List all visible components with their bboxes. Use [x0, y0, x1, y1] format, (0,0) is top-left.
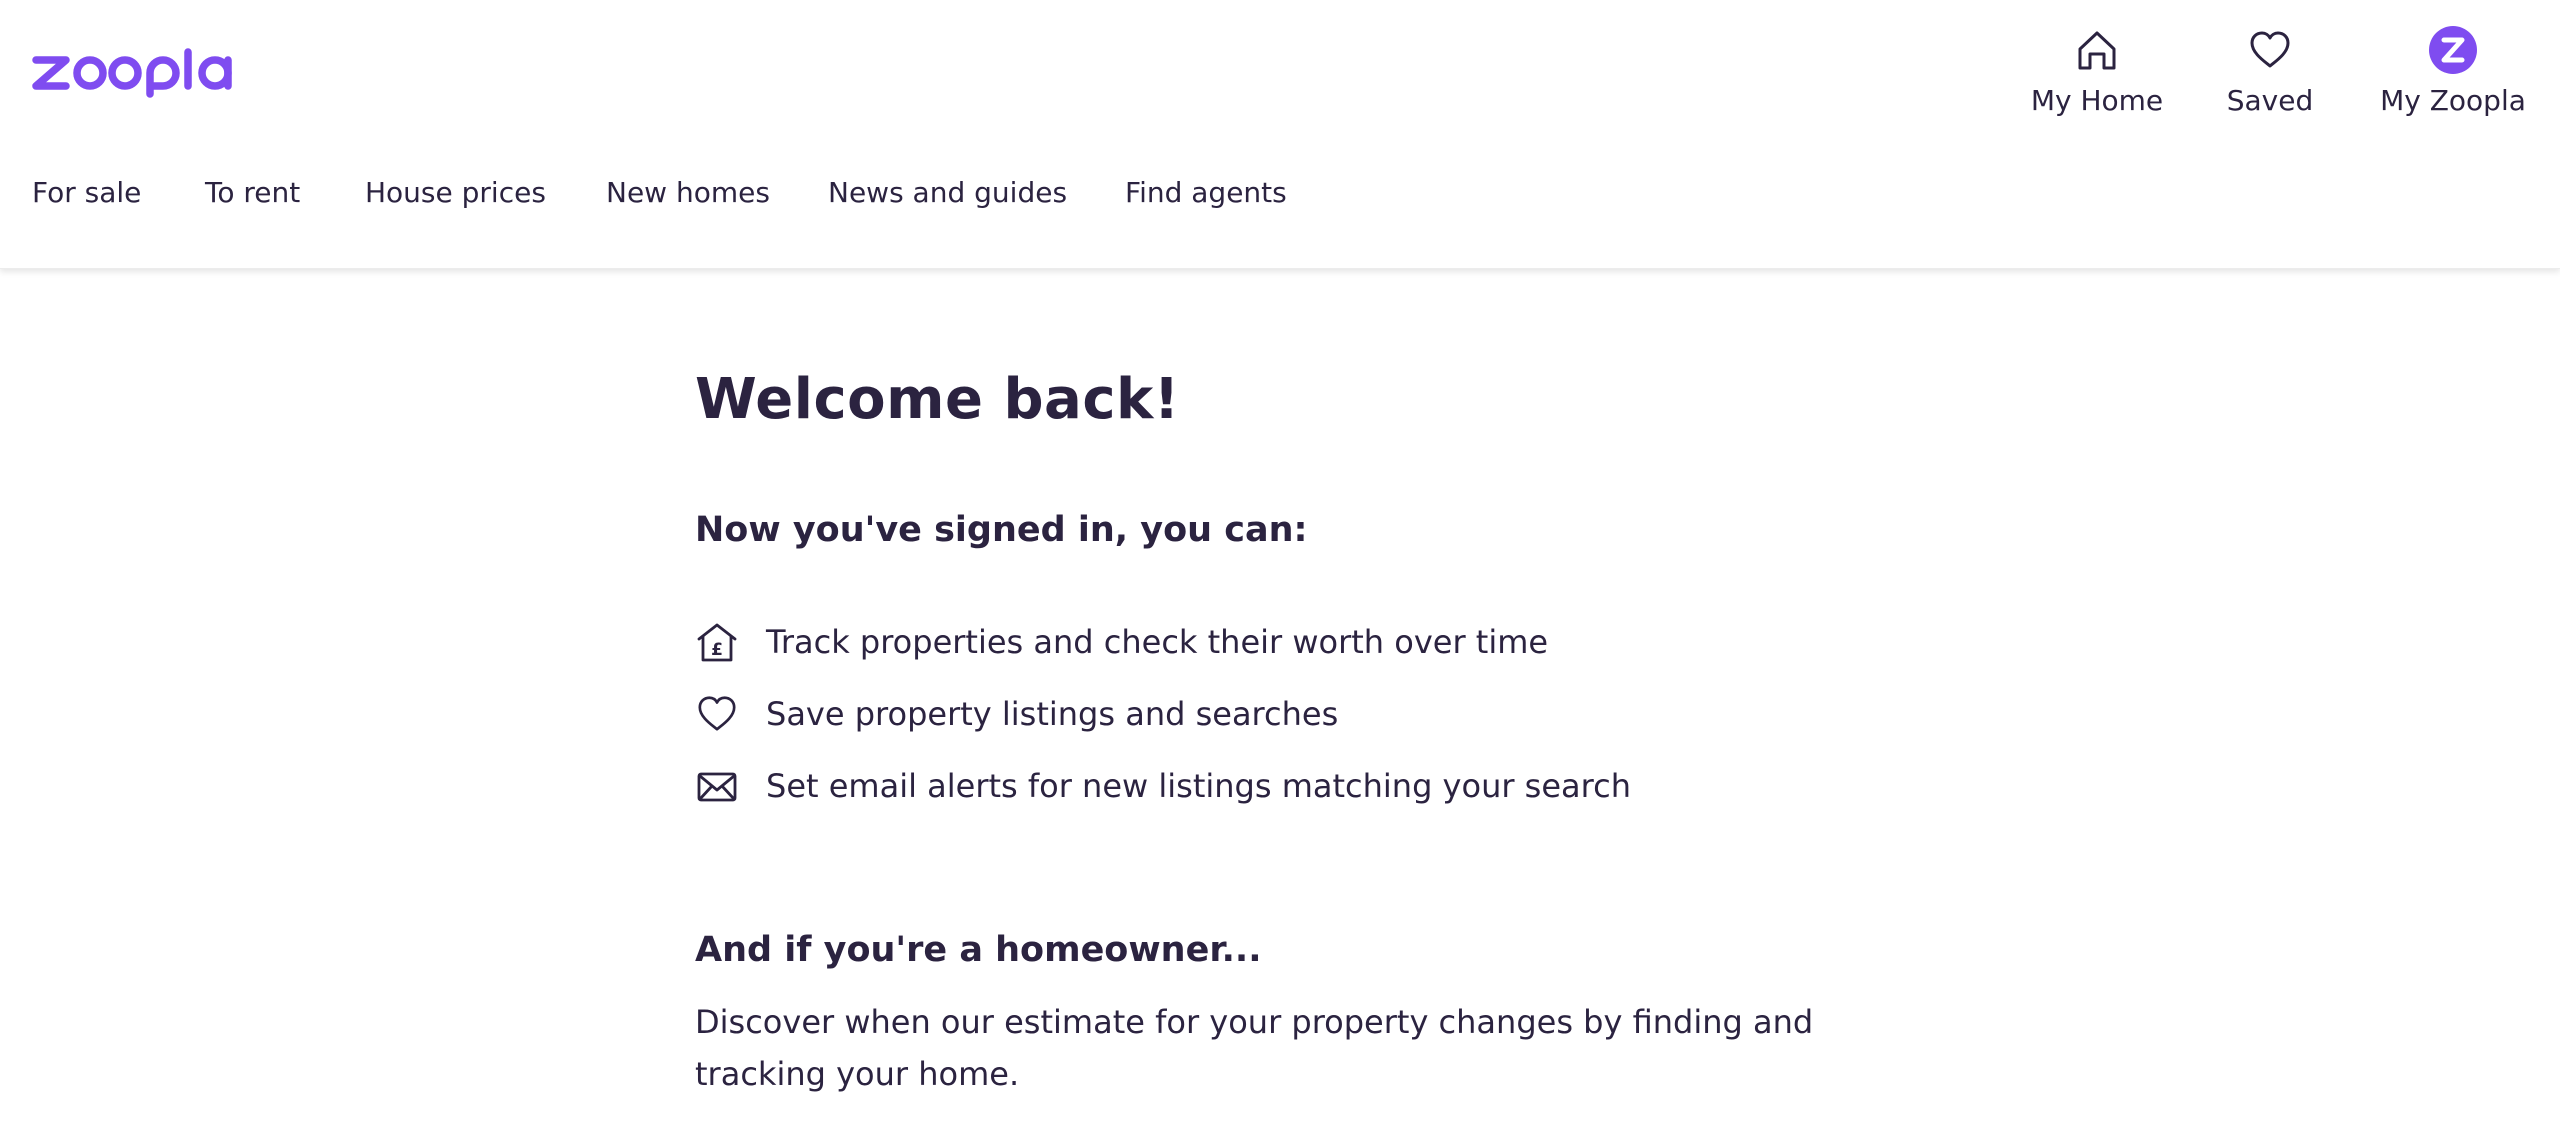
envelope-icon	[695, 764, 739, 808]
nav-new-homes[interactable]: New homes	[606, 176, 770, 209]
zoopla-logo[interactable]	[32, 48, 256, 98]
my-zoopla-label: My Zoopla	[2380, 84, 2526, 117]
nav-news-and-guides[interactable]: News and guides	[828, 176, 1067, 209]
signed-in-subtitle: Now you've signed in, you can:	[695, 510, 1308, 550]
benefit-item-save: Save property listings and searches	[695, 689, 1895, 739]
saved-label: Saved	[2226, 84, 2314, 117]
benefit-text-alerts: Set email alerts for new listings matchi…	[766, 767, 1631, 805]
welcome-content: Welcome back! Now you've signed in, you …	[695, 355, 1895, 1093]
homeowner-heading: And if you're a homeowner...	[695, 930, 1262, 970]
saved-link[interactable]: Saved	[2225, 26, 2315, 126]
svg-text:£: £	[711, 640, 723, 660]
house-icon	[2073, 26, 2121, 74]
my-home-link[interactable]: My Home	[2030, 26, 2164, 126]
zoopla-avatar-icon	[2429, 26, 2477, 74]
heart-icon	[695, 692, 739, 736]
my-home-label: My Home	[2030, 84, 2164, 117]
benefit-item-track: £ Track properties and check their worth…	[695, 617, 1895, 667]
heart-icon	[2246, 26, 2294, 74]
site-header: My Home Saved My Zoopla For sale To rent…	[0, 0, 2560, 269]
benefit-text-track: Track properties and check their worth o…	[766, 623, 1549, 661]
nav-house-prices[interactable]: House prices	[365, 176, 546, 209]
benefit-item-alerts: Set email alerts for new listings matchi…	[695, 761, 1895, 811]
house-pound-icon: £	[695, 620, 739, 664]
my-zoopla-link[interactable]: My Zoopla	[2378, 26, 2528, 126]
nav-to-rent[interactable]: To rent	[205, 176, 300, 209]
nav-find-agents[interactable]: Find agents	[1125, 176, 1287, 209]
homeowner-body: Discover when our estimate for your prop…	[695, 1003, 1814, 1093]
page-title: Welcome back!	[695, 367, 1180, 432]
nav-for-sale[interactable]: For sale	[32, 176, 141, 209]
benefit-text-save: Save property listings and searches	[766, 695, 1339, 733]
zoopla-logo-mark	[32, 48, 232, 98]
